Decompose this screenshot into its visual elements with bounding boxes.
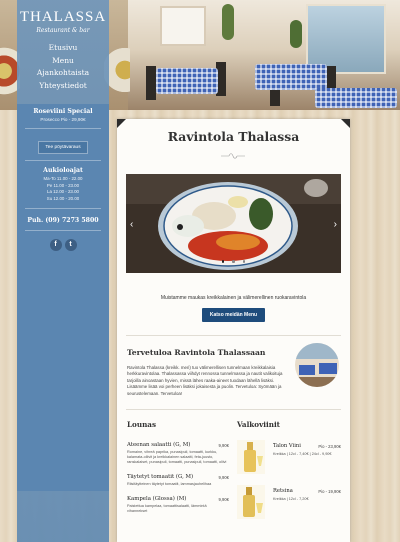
- divider: [25, 230, 101, 231]
- slider-dot[interactable]: [242, 260, 246, 263]
- wine-price: Pio - 19,90€: [318, 489, 341, 494]
- lunch-title: Lounas: [127, 420, 157, 429]
- corner-decoration: [341, 119, 350, 128]
- logo-title: THALASSA: [19, 9, 107, 25]
- hours-row: Su 12.00 - 20.00: [46, 195, 80, 201]
- lunch-item: Kampela (Glossa) (M) 9,90€ Paistettua ka…: [127, 496, 229, 514]
- wine-description: Kreikka | 12cl - 7,20€: [273, 497, 309, 501]
- opening-hours: Ma-To 11.00 - 22.00 Pe 11.00 - 23.00 La …: [17, 176, 109, 202]
- lunch-list: Ateenan salaatti (G, M) 9,90€ Romaine, v…: [127, 442, 229, 523]
- chair: [146, 66, 156, 100]
- special-title: Roseviini Special: [33, 108, 93, 115]
- checkered-table: [255, 64, 327, 90]
- nav-item-menu[interactable]: Menu: [17, 55, 109, 68]
- lunch-item-price: 9,90€: [218, 475, 229, 480]
- nav-item-etusivu[interactable]: Etusivu: [17, 42, 109, 55]
- tagline: Muistamme maukas kreikkalainen ja välime…: [160, 295, 307, 301]
- lunch-item: Ateenan salaatti (G, M) 9,90€ Romaine, v…: [127, 442, 229, 465]
- divider: [126, 409, 341, 410]
- lunch-item-description: Paistettua kampelaa, tomaattisalaatti, l…: [127, 504, 207, 513]
- wine-item: Talon Viini Pio - 23,90€ Kreikka | 12cl …: [237, 440, 341, 485]
- window: [160, 6, 206, 46]
- page-title: Ravintola Thalassa: [167, 129, 300, 144]
- lunch-item-name: Täytetyt tomaatit (G, M): [127, 474, 194, 480]
- wine-bottle-image: [237, 440, 265, 474]
- slider-prev-arrow[interactable]: ‹: [130, 219, 133, 230]
- logo-tagline: Restaurant & bar: [36, 27, 90, 34]
- welcome-title: Tervetuloa Ravintola Thalassaan: [127, 348, 266, 357]
- dining-room-photo: [295, 343, 339, 387]
- sidebar: THALASSA Restaurant & bar Etusivu Menu A…: [17, 0, 109, 542]
- lunch-item-price: 9,90€: [218, 497, 229, 502]
- divider: [25, 208, 101, 209]
- nav-item-yhteystiedot[interactable]: Yhteystiedot: [17, 80, 109, 93]
- divider: [25, 160, 101, 161]
- ornament-divider: [221, 153, 245, 159]
- phone-number[interactable]: Puh. (09) 7273 5800: [17, 217, 109, 224]
- wine-name: Retsina: [273, 488, 293, 494]
- main-content: Ravintola Thalassa ‹ › Muistamme maukas …: [117, 119, 350, 542]
- wine-name: Talon Viini: [273, 443, 301, 449]
- wine-description: Kreikka | 12cl - 7,40€ | 24cl - 9,90€: [273, 452, 332, 456]
- lunch-item: Täytetyt tomaatit (G, M) 9,90€ Riisitäyt…: [127, 474, 229, 487]
- wine-item: Retsina Pio - 19,90€ Kreikka | 12cl - 7,…: [237, 485, 341, 530]
- welcome-text: Ravintola Thalassa (kreikk. meri) tuo vä…: [127, 365, 283, 396]
- nav-item-ajankohtaista[interactable]: Ajankohtaista: [17, 67, 109, 80]
- main-nav: Etusivu Menu Ajankohtaista Yhteystiedot: [17, 42, 109, 92]
- hanging-plant: [222, 4, 234, 40]
- slider-dot[interactable]: [221, 260, 225, 263]
- slider-dots: [117, 250, 350, 268]
- white-wines-title: Valkoviinit: [237, 420, 280, 429]
- sidebar-info: Roseviini Special Prosecco Pio - 29,90€ …: [17, 104, 109, 491]
- checkered-table: [315, 88, 397, 108]
- twitter-icon[interactable]: t: [64, 239, 77, 251]
- slider-dot[interactable]: [232, 260, 235, 263]
- corner-decoration: [117, 119, 126, 128]
- lunch-item-price: 9,90€: [218, 443, 229, 448]
- slider-next-arrow[interactable]: ›: [334, 219, 337, 230]
- social-links: f t: [17, 239, 109, 251]
- divider: [126, 335, 341, 336]
- hours-title: Aukioloajat: [43, 167, 83, 174]
- wine-bottle-image: [237, 485, 265, 519]
- divider: [25, 128, 101, 129]
- facebook-icon[interactable]: f: [49, 239, 62, 251]
- lunch-item-name: Kampela (Glossa) (M): [127, 496, 187, 502]
- hanging-plant: [290, 20, 302, 48]
- lunch-item-name: Ateenan salaatti (G, M): [127, 442, 191, 448]
- checkered-table: [156, 68, 218, 94]
- table-booking-button[interactable]: Tee pöytävaraus: [38, 141, 88, 154]
- lunch-item-description: Romaine, vihreä paprika, punasipuli, tom…: [127, 450, 227, 464]
- lunch-item-description: Riisitäytteinen täytetyt tomaatit, lamma…: [127, 482, 212, 486]
- special-price: Prosecco Pio - 29,90€: [40, 117, 86, 122]
- logo[interactable]: THALASSA Restaurant & bar: [17, 0, 109, 34]
- wine-price: Pio - 23,90€: [318, 444, 341, 449]
- wine-list: Talon Viini Pio - 23,90€ Kreikka | 12cl …: [237, 440, 341, 530]
- view-menu-button[interactable]: Katso meidän Menu: [202, 308, 265, 322]
